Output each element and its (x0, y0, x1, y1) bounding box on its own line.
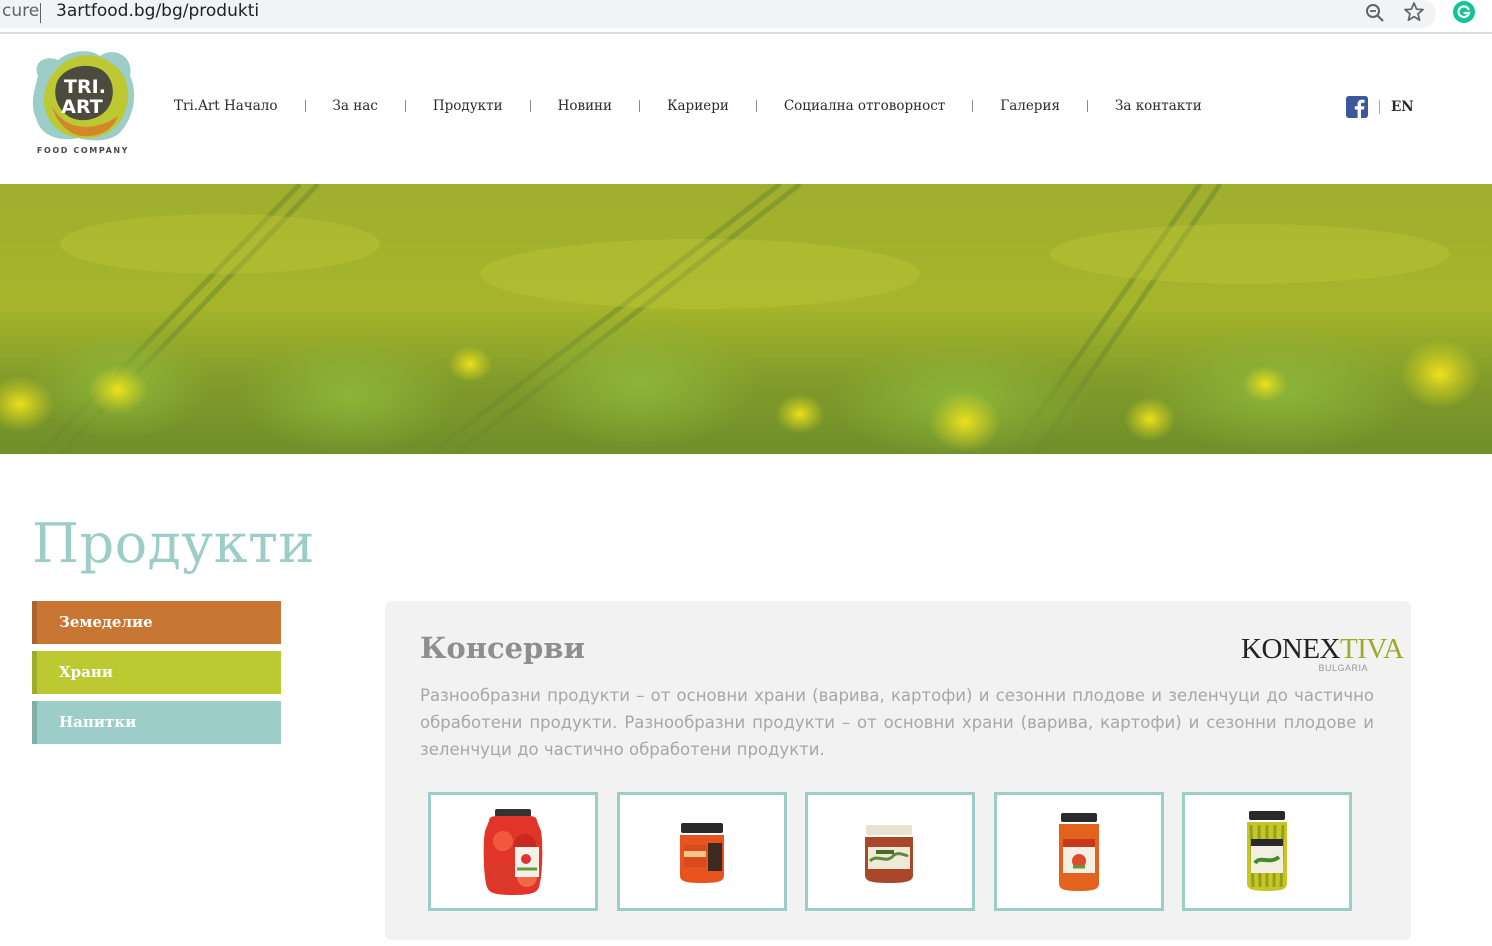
triart-logo[interactable]: TRI. ART FOOD COMPANY (30, 46, 138, 158)
nav-about[interactable]: За нас (333, 98, 378, 114)
jar-spread-icon (865, 825, 913, 883)
jar-red-pepper-icon (679, 823, 724, 883)
nav-home[interactable]: Tri.Art Начало (174, 98, 278, 114)
facebook-icon[interactable] (1346, 96, 1368, 118)
logo-tagline: FOOD COMPANY (37, 146, 129, 155)
logo-line2: ART (61, 96, 102, 118)
nav-divider (972, 100, 974, 112)
brand-wordmark-dark: KONEX (1241, 633, 1341, 665)
nav-news[interactable]: Новини (558, 98, 613, 114)
category-drinks-button[interactable]: Напитки (32, 701, 281, 744)
product-thumb-5[interactable] (1182, 792, 1352, 911)
konextiva-brand-logo[interactable]: KONEXTIVA BULGARIA (1241, 633, 1404, 675)
language-switch-en[interactable]: EN (1391, 99, 1414, 115)
url-divider (40, 3, 41, 23)
header-social: EN (1346, 96, 1414, 118)
nav-contacts[interactable]: За контакти (1115, 98, 1202, 114)
product-thumb-1[interactable] (428, 792, 598, 911)
category-agriculture-button[interactable]: Земеделие (32, 601, 281, 644)
nav-social-responsibility[interactable]: Социална отговорност (784, 98, 945, 114)
grammarly-extension-icon[interactable] (1452, 0, 1476, 24)
product-category-panel: Консерви KONEXTIVA BULGARIA Разнообразни… (385, 601, 1411, 940)
hero-banner-rapeseed-field (0, 184, 1492, 454)
browser-address-bar: cure 3artfood.bg/bg/produkti (0, 0, 1492, 34)
nav-divider (304, 100, 306, 112)
nav-careers[interactable]: Кариери (667, 98, 729, 114)
bookmark-star-icon[interactable] (1403, 1, 1425, 23)
jar-lyutenitsa-icon (1058, 813, 1099, 891)
category-sidebar: Земеделие Храни Напитки (32, 601, 281, 751)
category-description: Разнообразни продукти – от основни храни… (420, 686, 1374, 759)
product-thumb-2[interactable] (616, 792, 787, 911)
jar-green-peppers-icon (1247, 811, 1287, 891)
lang-divider (1379, 100, 1380, 114)
nav-products[interactable]: Продукти (433, 98, 503, 114)
nav-divider (529, 100, 531, 112)
url-field[interactable]: cure 3artfood.bg/bg/produkti (0, 0, 1436, 28)
brand-wordmark: KONEXTIVA (1241, 633, 1404, 666)
nav-divider (1086, 100, 1088, 112)
category-food-button[interactable]: Храни (32, 651, 281, 694)
main-nav: Tri.Art Начало За нас Продукти Новини Ка… (174, 96, 1202, 116)
jar-tomatoes-icon (483, 809, 543, 895)
nav-divider (404, 100, 406, 112)
page-title: Продукти (32, 512, 315, 575)
zoom-icon[interactable] (1364, 2, 1386, 24)
product-thumb-3[interactable] (805, 792, 975, 911)
url-text[interactable]: 3artfood.bg/bg/produkti (56, 1, 259, 21)
nav-gallery[interactable]: Галерия (1000, 98, 1060, 114)
product-thumb-4[interactable] (993, 792, 1164, 911)
nav-divider (755, 100, 757, 112)
brand-wordmark-accent: TIVA (1340, 633, 1404, 665)
product-thumbnails (428, 792, 1352, 911)
nav-divider (639, 100, 641, 112)
category-title: Консерви (420, 631, 585, 665)
url-security-label: cure (2, 1, 40, 21)
logo-line1: TRI. (64, 76, 106, 98)
brand-subtitle: BULGARIA (1318, 663, 1368, 673)
